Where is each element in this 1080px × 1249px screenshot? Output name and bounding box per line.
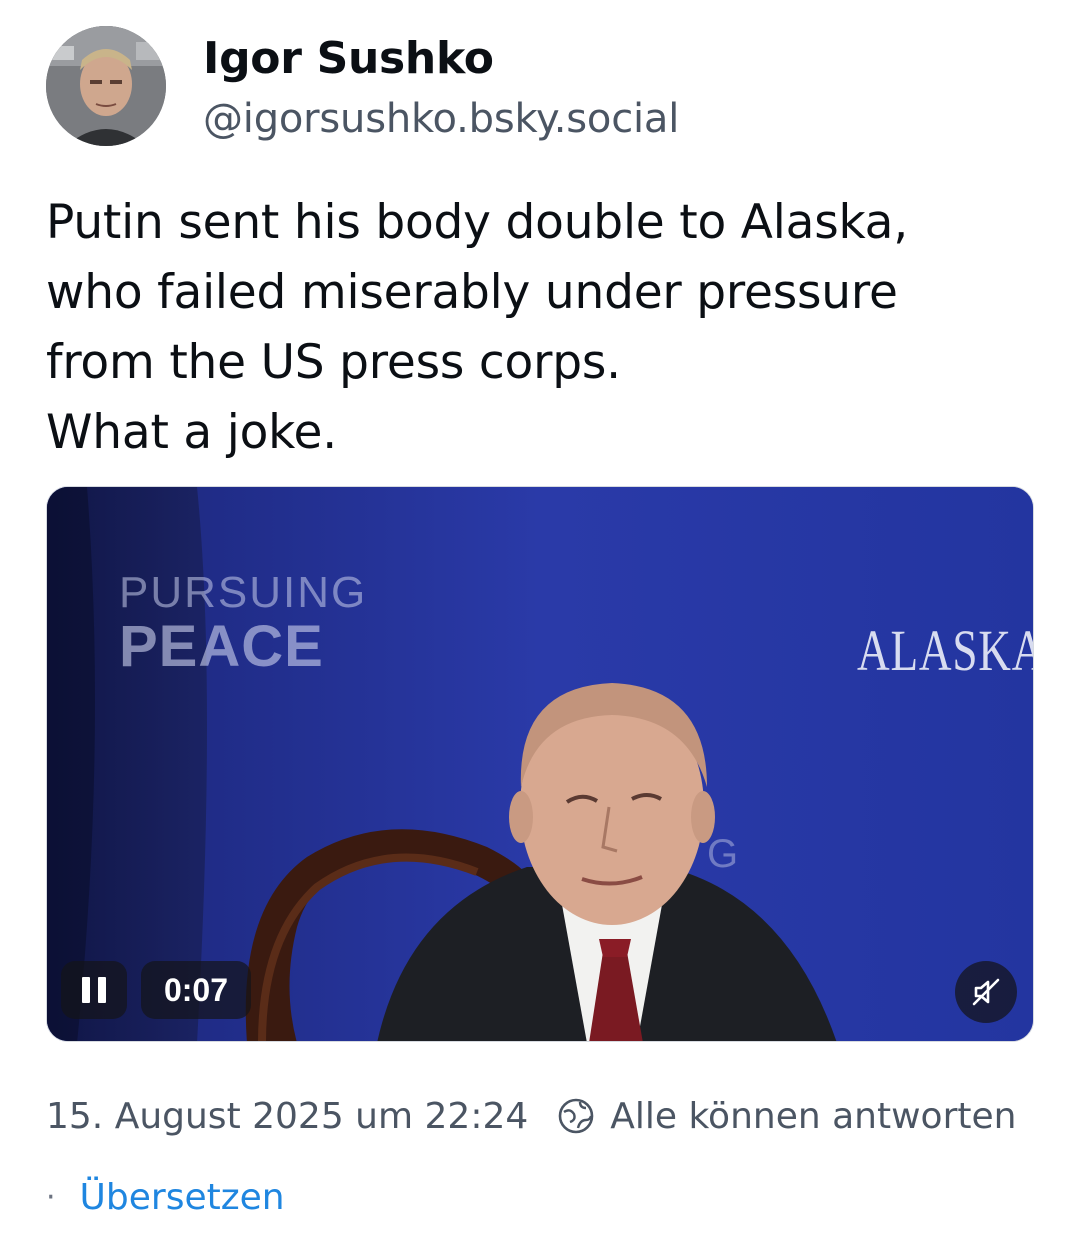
mute-button[interactable]	[955, 961, 1017, 1023]
backdrop-sign-small: PURSUING	[119, 568, 368, 617]
separator-dot: ·	[46, 1179, 56, 1215]
author-name[interactable]: Igor Sushko	[203, 33, 494, 84]
author-handle[interactable]: @igorsushko.bsky.social	[203, 96, 679, 142]
reply-setting[interactable]: Alle können antworten	[610, 1096, 1016, 1137]
author-avatar[interactable]	[46, 26, 166, 146]
pause-button[interactable]	[61, 961, 127, 1019]
avatar-photo	[46, 26, 166, 146]
muted-speaker-icon	[972, 978, 1000, 1006]
video-player[interactable]: G PURSUING PEACE ALASKA 0:07	[46, 486, 1034, 1042]
translate-link[interactable]: Übersetzen	[80, 1177, 285, 1218]
post-meta: 15. August 2025 um 22:24 Alle können ant…	[46, 1092, 1016, 1140]
globe-icon	[556, 1096, 596, 1136]
svg-text:G: G	[707, 832, 738, 876]
pause-icon	[78, 977, 110, 1003]
backdrop-sign-alaska: ALASKA	[857, 618, 1034, 683]
video-time: 0:07	[141, 961, 251, 1019]
post-timestamp: 15. August 2025 um 22:24	[46, 1095, 529, 1137]
post-text: Putin sent his body double to Alaska, wh…	[46, 195, 909, 460]
backdrop-sign-large: PEACE	[119, 614, 324, 679]
post-card: Igor Sushko @igorsushko.bsky.social Puti…	[0, 0, 1080, 1249]
translate-row: · Übersetzen	[46, 1172, 285, 1222]
